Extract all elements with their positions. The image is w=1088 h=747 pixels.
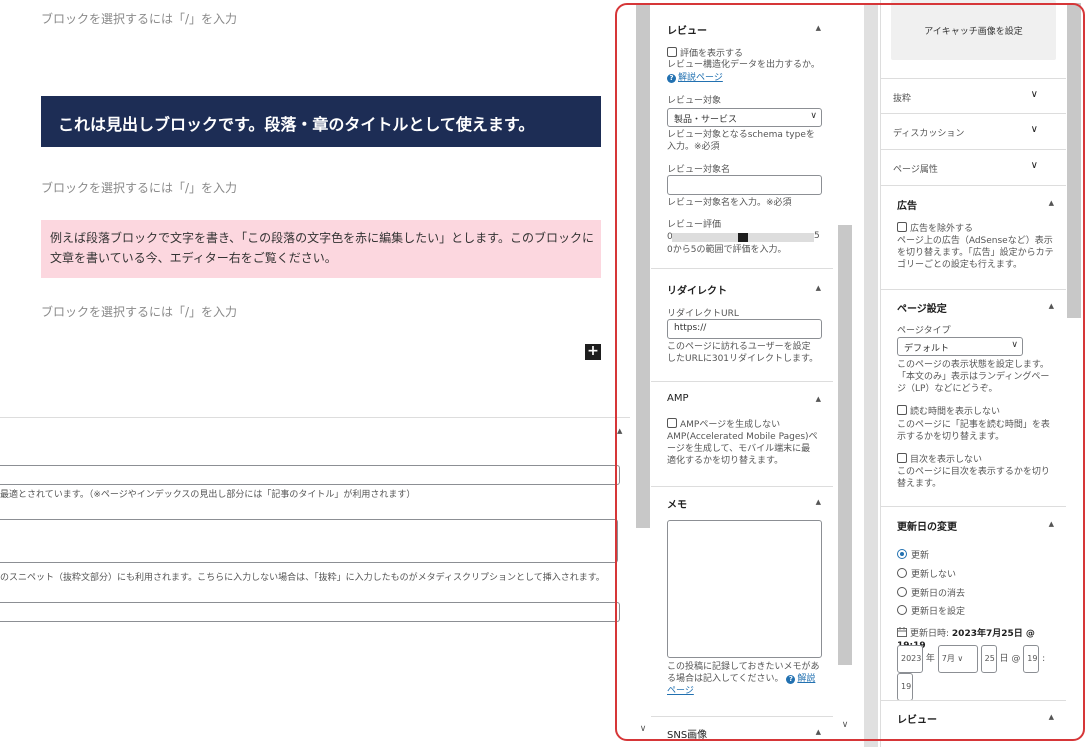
meta-description-help: のスニペット（抜粋文部分）にも利用されます。こちらに入力しない場合は、「抜粋」に… bbox=[0, 573, 605, 583]
seo-title-help: 最適とされています。（※ページやインデックスの見出し部分には「記事のタイトル」が… bbox=[0, 490, 416, 500]
meta-keywords-input[interactable] bbox=[0, 602, 620, 622]
block-placeholder[interactable]: ブロックを選択するには「/」を入力 bbox=[41, 10, 237, 27]
meta-divider bbox=[0, 417, 630, 418]
heading-block[interactable]: これは見出しブロックです。段落・章のタイトルとして使えます。 bbox=[41, 96, 601, 147]
add-block-button[interactable]: + bbox=[585, 344, 601, 360]
meta-description-textarea[interactable] bbox=[0, 519, 618, 563]
seo-title-input[interactable] bbox=[0, 465, 620, 485]
block-placeholder[interactable]: ブロックを選択するには「/」を入力 bbox=[41, 303, 237, 320]
highlight-frame bbox=[615, 3, 1085, 741]
paragraph-block[interactable]: 例えば段落ブロックで文字を書き、「この段落の文字色を赤に編集したい」とします。こ… bbox=[41, 220, 601, 278]
block-placeholder[interactable]: ブロックを選択するには「/」を入力 bbox=[41, 179, 237, 196]
